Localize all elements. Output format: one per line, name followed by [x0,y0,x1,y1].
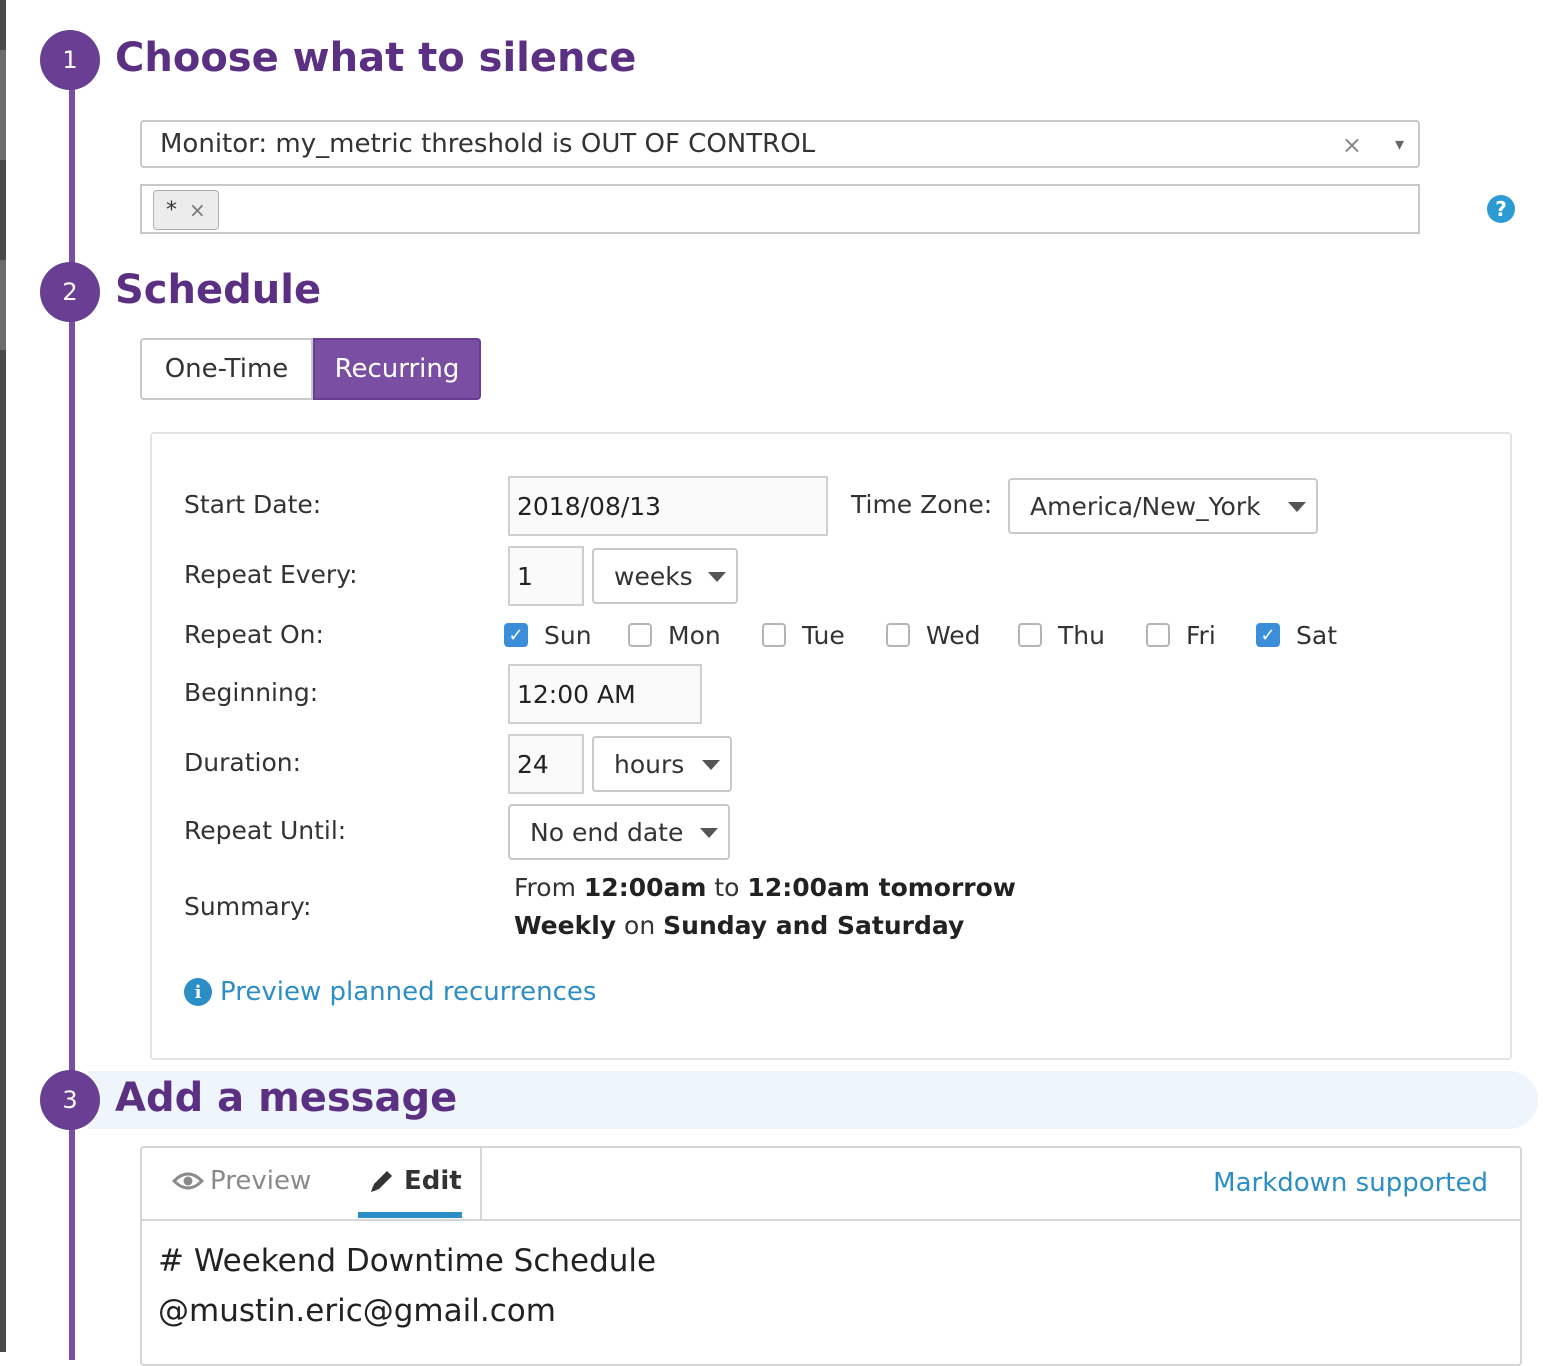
day-label: Sun [544,620,592,650]
window-edge-segment [0,50,6,160]
day-thu[interactable]: Thu [1018,618,1105,652]
editor-tabs: Preview Edit [142,1148,482,1220]
duration-label: Duration: [184,748,302,777]
start-date-label: Start Date: [184,490,322,519]
repeat-on-label: Repeat On: [184,620,324,649]
duration-input[interactable]: 24 [508,734,584,794]
chevron-down-icon[interactable]: ▾ [1395,134,1404,155]
tab-preview-label: Preview [210,1166,312,1196]
repeat-unit-value: weeks [614,561,693,591]
tab-preview[interactable]: Preview [172,1166,311,1196]
message-textarea[interactable]: # Weekend Downtime Schedule @mustin.eric… [158,1236,656,1336]
monitor-select[interactable]: Monitor: my_metric threshold is OUT OF C… [140,120,1420,168]
window-edge [0,0,6,1352]
start-date-input[interactable]: 2018/08/13 [508,476,828,536]
pencil-icon [371,1171,392,1192]
summary-start: 12:00am [583,873,707,902]
step-1-title: Choose what to silence [115,35,637,81]
summary-label: Summary: [184,892,312,921]
scope-tag-label: * [166,197,177,223]
summary-time-range: From 12:00am to 12:00am tomorrow [514,873,1016,902]
day-sun[interactable]: ✓ Sun [504,618,592,652]
clear-icon[interactable]: × [1342,131,1362,159]
repeat-every-input[interactable]: 1 [508,546,584,606]
recurring-button[interactable]: Recurring [313,338,481,400]
day-label: Wed [926,620,981,650]
chevron-down-icon [702,760,720,770]
repeat-unit-select[interactable]: weeks [592,548,738,604]
step-rail [69,60,75,1360]
beginning-time-input[interactable]: 12:00 AM [508,664,702,724]
day-fri[interactable]: Fri [1146,618,1216,652]
day-mon[interactable]: Mon [628,618,721,652]
chevron-down-icon [708,572,726,582]
checkbox-icon[interactable] [1146,623,1170,647]
repeat-until-select[interactable]: No end date [508,804,730,860]
day-label: Thu [1058,620,1105,650]
checkbox-icon[interactable] [1018,623,1042,647]
repeat-until-value: No end date [530,817,684,847]
repeat-every-label: Repeat Every: [184,560,358,589]
step-3-title: Add a message [115,1075,458,1121]
day-tue[interactable]: Tue [762,618,845,652]
eye-icon [172,1172,204,1190]
preview-recurrences-link[interactable]: i Preview planned recurrences [184,977,596,1007]
repeat-until-label: Repeat Until: [184,816,347,845]
markdown-supported-link[interactable]: Markdown supported [1213,1168,1488,1198]
window-edge-segment [0,260,6,350]
info-icon: i [184,978,212,1006]
remove-tag-icon[interactable]: × [189,198,206,222]
tab-edit-label: Edit [404,1166,462,1196]
summary-from: From [514,873,576,902]
summary-end: 12:00am tomorrow [747,873,1016,902]
duration-unit-select[interactable]: hours [592,736,732,792]
summary-frequency: Weekly on Sunday and Saturday [514,911,964,940]
summary-to: to [714,873,740,902]
summary-days: Sunday and Saturday [663,911,965,940]
step-2-badge: 2 [40,262,100,322]
chevron-down-icon [700,828,718,838]
schedule-type-toggle: One-Time Recurring [140,338,481,400]
time-zone-value: America/New_York [1030,491,1261,521]
editor-divider [142,1219,1520,1221]
scope-input[interactable]: * × [140,184,1420,234]
checkbox-checked-icon[interactable]: ✓ [1256,623,1280,647]
day-label: Mon [668,620,721,650]
time-zone-label: Time Zone: [851,490,993,519]
day-sat[interactable]: ✓ Sat [1256,618,1337,652]
help-icon[interactable]: ? [1487,195,1515,223]
checkbox-checked-icon[interactable]: ✓ [504,623,528,647]
time-zone-select[interactable]: America/New_York [1008,478,1318,534]
beginning-label: Beginning: [184,678,319,707]
monitor-select-value: Monitor: my_metric threshold is OUT OF C… [160,129,816,159]
checkbox-icon[interactable] [628,623,652,647]
step-2-title: Schedule [115,267,322,313]
day-wed[interactable]: Wed [886,618,981,652]
summary-on: on [624,911,656,940]
step-3-badge: 3 [40,1070,100,1130]
one-time-button[interactable]: One-Time [140,338,313,400]
step-1-badge: 1 [40,30,100,90]
scope-tag: * × [153,190,219,230]
day-label: Sat [1296,620,1337,650]
checkbox-icon[interactable] [886,623,910,647]
active-tab-indicator [358,1212,462,1218]
chevron-down-icon [1288,502,1306,512]
summary-frequency-value: Weekly [514,911,617,940]
message-editor: Preview Edit Markdown supported # Weeken… [140,1146,1522,1366]
day-label: Fri [1186,620,1216,650]
day-label: Tue [802,620,845,650]
duration-unit-value: hours [614,749,685,779]
tab-edit[interactable]: Edit [368,1166,462,1196]
checkbox-icon[interactable] [762,623,786,647]
preview-recurrences-label: Preview planned recurrences [220,977,597,1007]
